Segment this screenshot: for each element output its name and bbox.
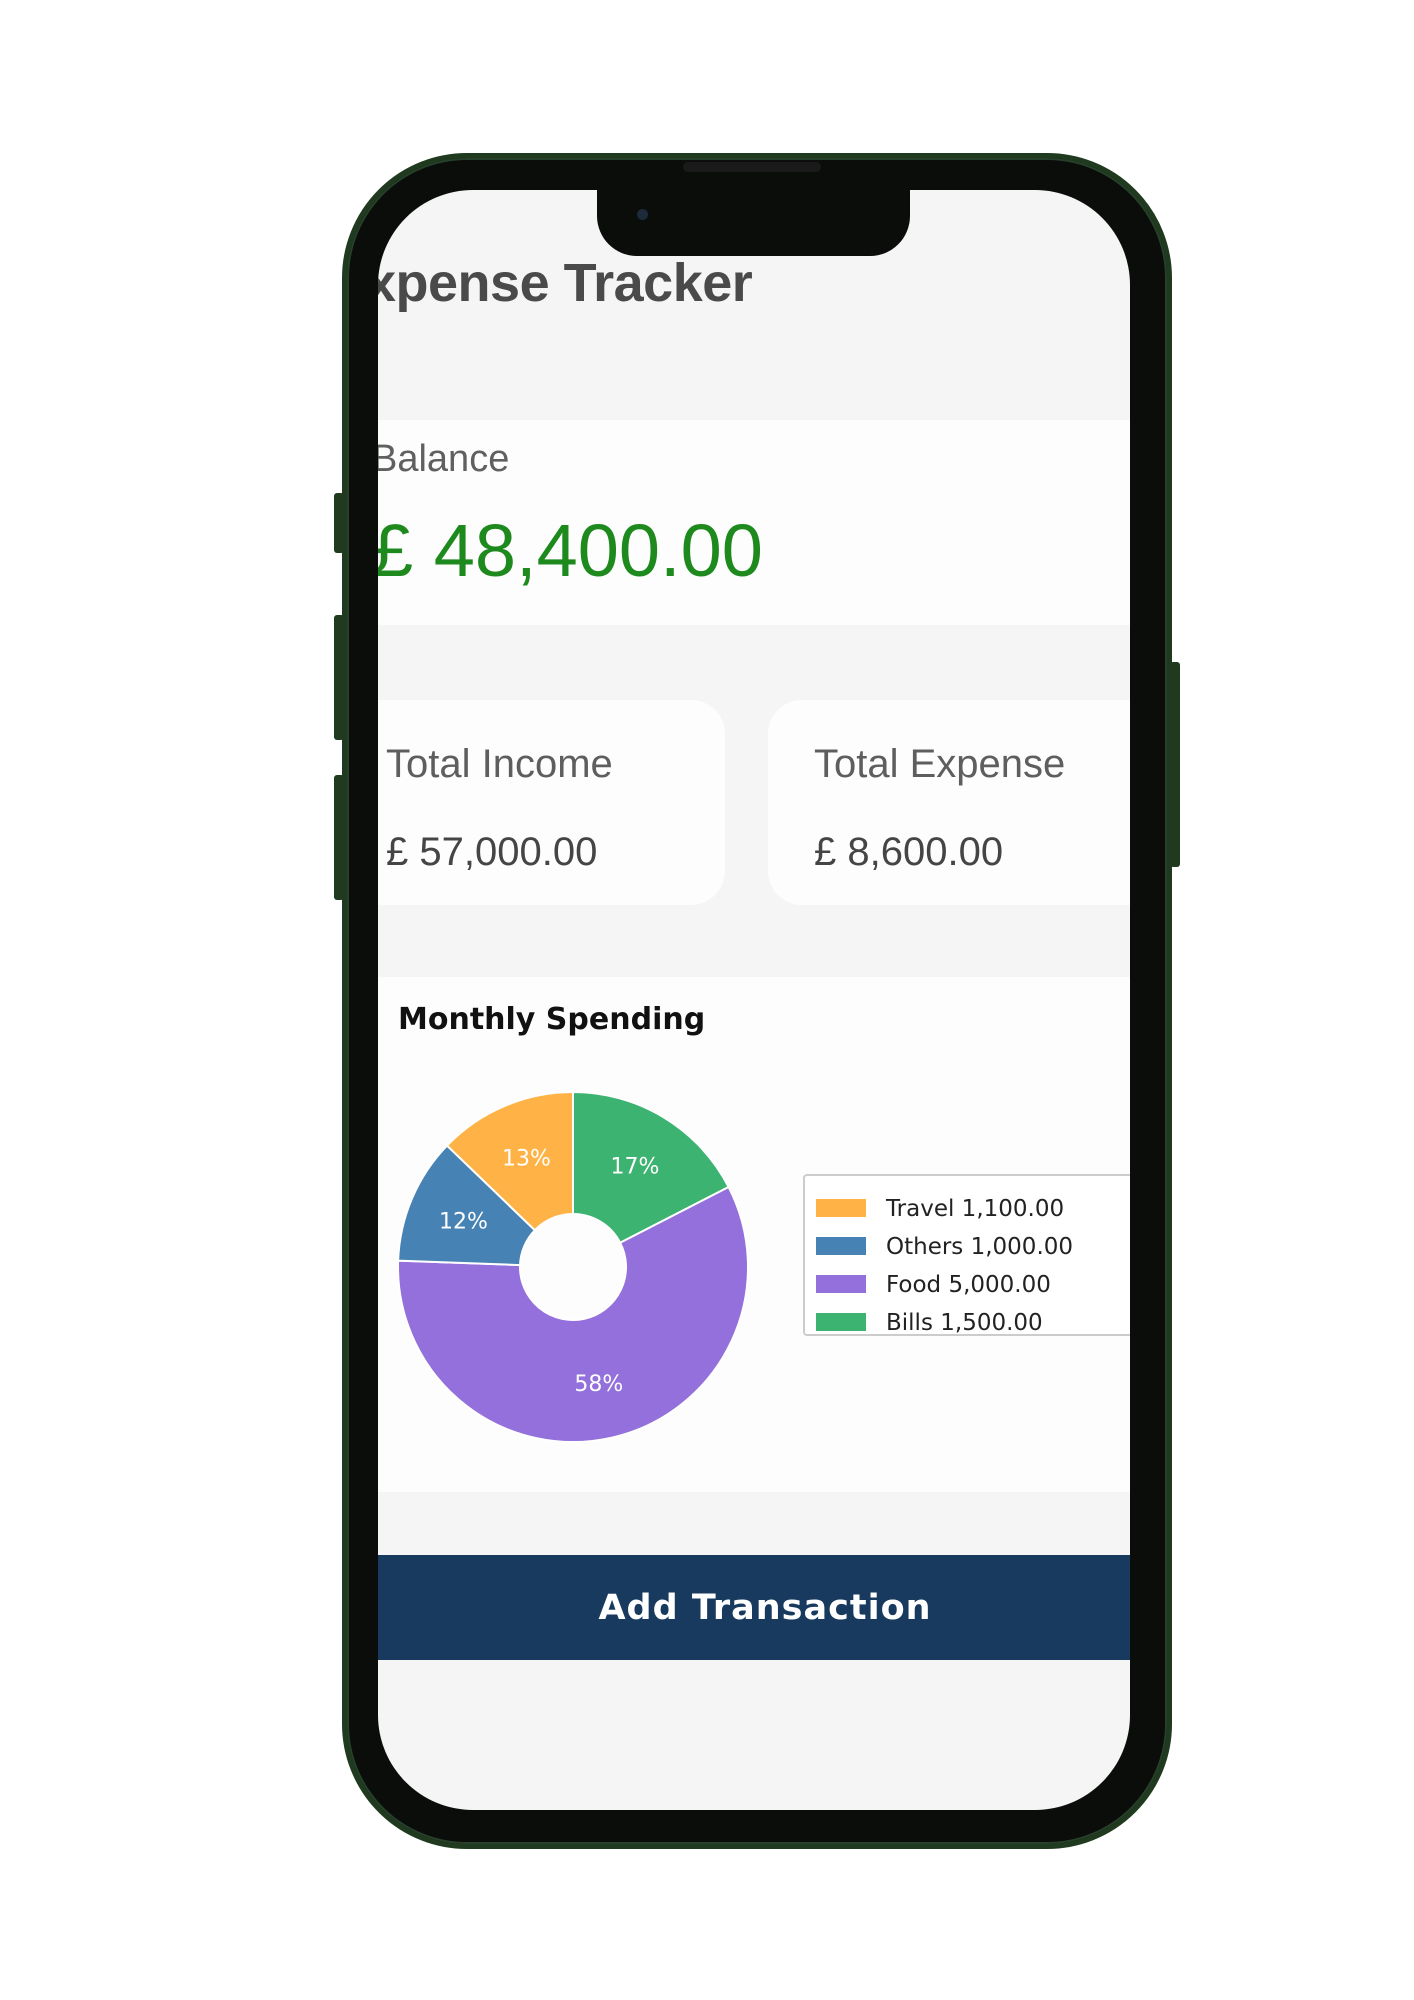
add-transaction-button[interactable]: Add Transaction	[378, 1555, 1130, 1660]
phone-screen: xpense Tracker Balance £ 48,400.00 Total…	[378, 190, 1130, 1810]
legend-entry-travel: Travel 1,100.00	[885, 1196, 1064, 1222]
total-income-label: Total Income	[386, 742, 613, 786]
pie-percent-label-food: 58%	[574, 1372, 623, 1397]
pie-percent-label-travel: 13%	[502, 1146, 551, 1171]
total-expense-label: Total Expense	[814, 742, 1066, 786]
pie-percent-label-others: 12%	[439, 1209, 488, 1234]
monthly-spending-card: Monthly Spending 17% 58% 12% 13% Travel 1,1…	[378, 977, 1130, 1492]
legend-swatch-others	[816, 1237, 866, 1255]
balance-value: £ 48,400.00	[378, 509, 763, 592]
total-expense-value: £ 8,600.00	[814, 830, 1004, 874]
legend-entry-food: Food 5,000.00	[886, 1272, 1051, 1298]
legend-swatch-food	[816, 1275, 866, 1293]
legend-swatch-travel	[816, 1199, 866, 1217]
speaker-grille	[683, 162, 821, 172]
page-title: xpense Tracker	[378, 253, 753, 313]
total-income-value: £ 57,000.00	[386, 830, 598, 874]
pie-percent-label-bills: 17%	[611, 1154, 660, 1179]
balance-label: Balance	[378, 438, 510, 480]
front-camera-icon	[637, 209, 648, 220]
legend-entry-others: Others 1,000.00	[886, 1234, 1073, 1260]
page-background: xpense Tracker Balance £ 48,400.00 Total…	[0, 0, 1414, 2000]
chart-title: Monthly Spending	[398, 1002, 705, 1037]
legend-swatch-bills	[816, 1313, 866, 1331]
legend-entry-bills: Bills 1,500.00	[886, 1310, 1043, 1336]
monthly-spending-chart: Monthly Spending 17% 58% 12% 13% Travel 1,1…	[397, 1002, 1130, 1443]
chart-legend: Travel 1,100.00 Others 1,000.00 Food 5,000…	[803, 1174, 1130, 1336]
phone-notch	[597, 186, 910, 256]
pie-slices	[397, 1090, 749, 1443]
